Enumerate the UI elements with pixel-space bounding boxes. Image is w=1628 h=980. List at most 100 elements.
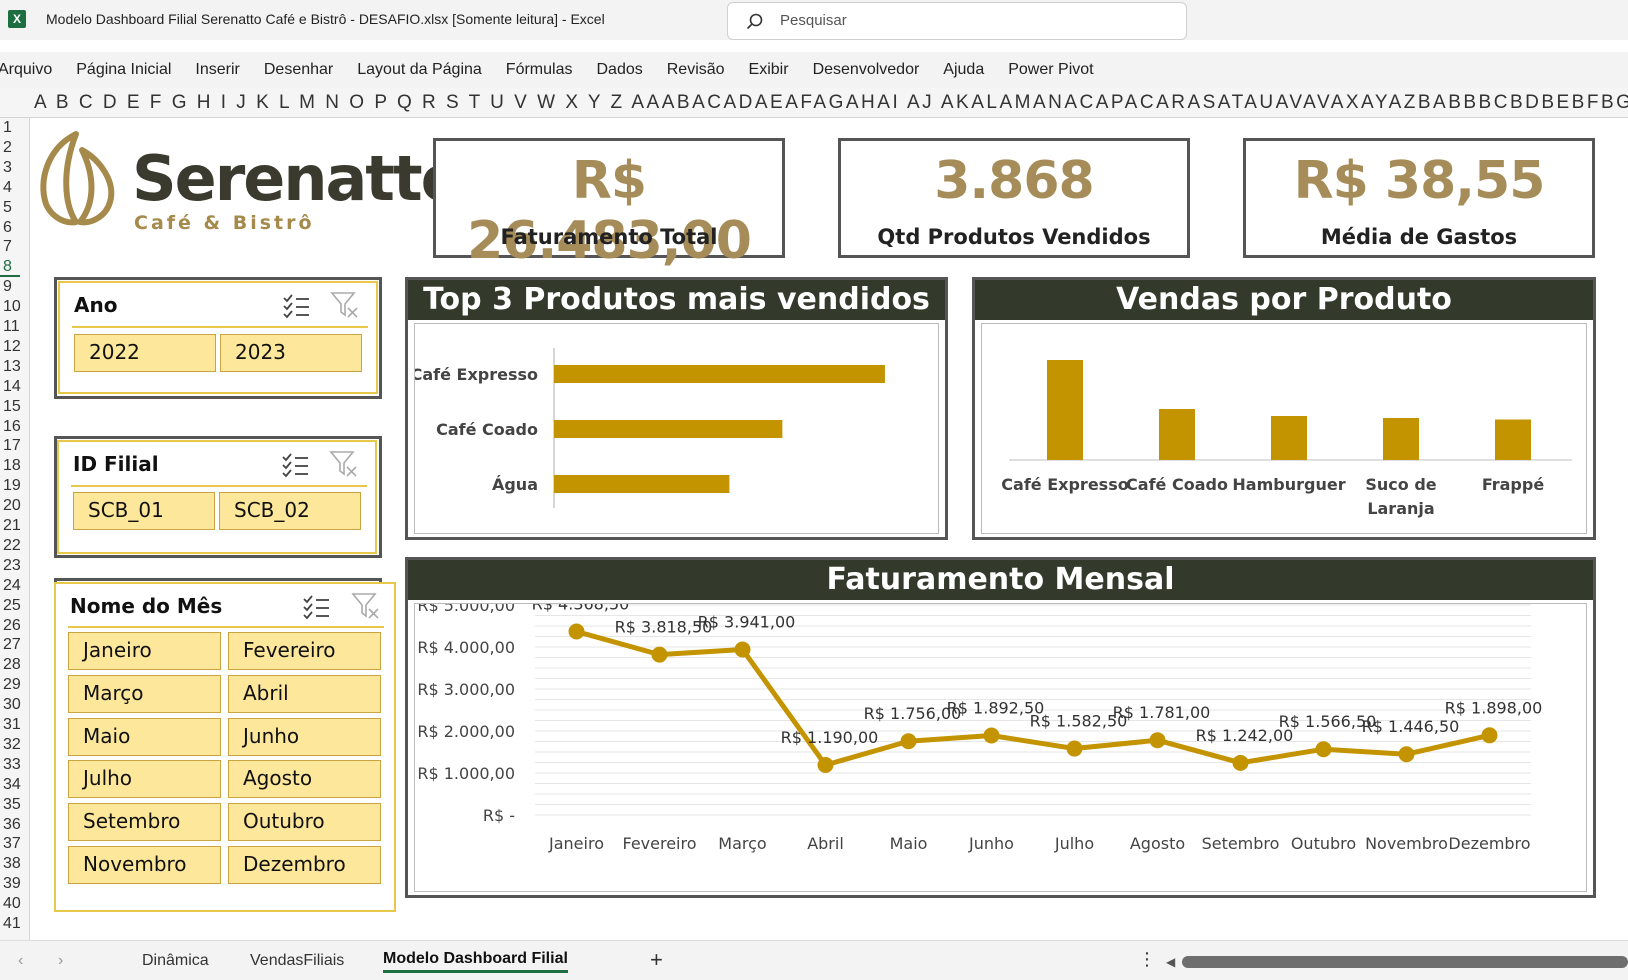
row-number[interactable]: 1 [0, 120, 20, 136]
chart-vendas[interactable]: Café ExpressoCafé Coado Hamburguer Suco de… [982, 324, 1586, 533]
clear-filter-icon[interactable] [351, 592, 381, 620]
row-number[interactable]: 3 [0, 159, 20, 176]
row-number[interactable]: 34 [0, 776, 21, 793]
row-number[interactable]: 36 [0, 816, 21, 833]
slicer-item-novembro[interactable]: Novembro [68, 846, 221, 884]
menu-item-revis-o[interactable]: Revisão [667, 61, 725, 79]
row-number[interactable]: 6 [0, 219, 20, 236]
row-number[interactable]: 10 [0, 299, 21, 315]
x-tick-label: Setembro [1202, 834, 1280, 853]
slicer-item-maio[interactable]: Maio [68, 717, 221, 756]
clear-filter-icon[interactable] [330, 291, 360, 319]
row-number[interactable]: 30 [0, 697, 21, 713]
y-tick-label: R$ 1.000,00 [417, 764, 515, 783]
row-number[interactable]: 26 [0, 617, 21, 634]
more-options-icon[interactable]: ⋮ [1138, 949, 1156, 970]
add-sheet-button[interactable]: + [650, 947, 663, 973]
slicer-item-setembro[interactable]: Setembro [68, 803, 221, 842]
menu-item-inserir[interactable]: Inserir [195, 61, 239, 79]
slicer-item-janeiro[interactable]: Janeiro [68, 632, 221, 670]
tab-vendasfiliais[interactable]: VendasFiliais [250, 952, 344, 970]
row-number[interactable]: 32 [0, 736, 21, 753]
kpi-label: Qtd Produtos Vendidos [877, 225, 1151, 249]
row-number[interactable]: 4 [0, 179, 20, 196]
slicer-item-fevereiro[interactable]: Fevereiro [228, 632, 381, 670]
tab-scroll-right-icon[interactable]: › [58, 952, 63, 970]
row-number[interactable]: 16 [0, 418, 21, 435]
column-letters[interactable]: A B C D E F G H I J K L M N O P Q R S T … [34, 92, 1628, 114]
slicer-item-2023[interactable]: 2023 [220, 334, 362, 372]
scroll-left-arrow-icon[interactable]: ◀ [1166, 955, 1175, 969]
menu-item-p-gina-inicial[interactable]: Página Inicial [76, 61, 171, 79]
chart-vendas-frame: Vendas por Produto Café Expresso Café Coa… [972, 277, 1596, 540]
multi-select-icon[interactable] [282, 293, 310, 319]
row-number[interactable]: 31 [0, 717, 21, 733]
row-number[interactable]: 39 [0, 876, 21, 892]
row-number[interactable]: 12 [0, 338, 21, 355]
slicer-item-agosto[interactable]: Agosto [228, 760, 381, 799]
slicer-item-scb01[interactable]: SCB_01 [73, 492, 215, 530]
row-number[interactable]: 17 [0, 438, 21, 454]
row-number[interactable]: 25 [0, 597, 21, 614]
menu-item-desenhar[interactable]: Desenhar [264, 61, 333, 79]
row-number[interactable]: 11 [0, 319, 20, 335]
menu-item-ajuda[interactable]: Ajuda [943, 61, 984, 79]
row-number[interactable]: 27 [0, 637, 21, 653]
menu-item-f-rmulas[interactable]: Fórmulas [506, 61, 573, 79]
row-number[interactable]: 29 [0, 677, 21, 693]
horizontal-scrollbar[interactable] [1182, 956, 1628, 968]
menu-item-power-pivot[interactable]: Power Pivot [1008, 61, 1093, 79]
row-number[interactable]: 23 [0, 557, 21, 574]
chart-faturamento-frame: Faturamento Mensal R$ - R$ 1.000,00 R$ 2.0… [405, 557, 1596, 898]
row-number[interactable]: 33 [0, 756, 21, 773]
row-number[interactable]: 35 [0, 796, 21, 813]
row-number[interactable]: 2 [0, 139, 20, 156]
logo-name: Serenatto [132, 142, 463, 215]
tab-dinamica[interactable]: Dinâmica [142, 952, 209, 970]
slicer-item-scb02[interactable]: SCB_02 [219, 492, 361, 530]
menu-item-layout-da-p-gina[interactable]: Layout da Página [357, 61, 482, 79]
slicer-mes: Nome do Mês Janeiro Fevereiro Março Abril Ma… [54, 582, 396, 912]
clear-filter-icon[interactable] [329, 450, 359, 478]
multi-select-icon[interactable] [281, 452, 309, 478]
row-number[interactable]: 21 [0, 518, 21, 534]
bar [1159, 409, 1195, 460]
row-number[interactable]: 41 [0, 916, 21, 932]
search-input[interactable]: Pesquisar [727, 2, 1187, 40]
row-number[interactable]: 14 [0, 378, 21, 395]
tab-scroll-left-icon[interactable]: ‹ [18, 952, 23, 970]
slicer-item-outubro[interactable]: Outubro [228, 803, 381, 842]
title-bar: X Modelo Dashboard Filial Serenatto Café… [0, 0, 1628, 40]
slicer-item-junho[interactable]: Junho [228, 717, 381, 756]
tab-modelo-dashboard[interactable]: Modelo Dashboard Filial [383, 950, 568, 973]
menu-item-desenvolvedor[interactable]: Desenvolvedor [813, 61, 920, 79]
row-number[interactable]: 9 [0, 279, 20, 295]
row-number[interactable]: 18 [0, 458, 21, 474]
row-number[interactable]: 7 [0, 239, 20, 255]
slicer-item-2022[interactable]: 2022 [74, 334, 216, 372]
row-number[interactable]: 37 [0, 836, 21, 852]
row-number[interactable]: 20 [0, 498, 21, 514]
row-number[interactable]: 15 [0, 398, 21, 415]
slicer-item-abril[interactable]: Abril [228, 674, 381, 713]
multi-select-icon[interactable] [302, 594, 330, 620]
row-number[interactable]: 5 [0, 199, 20, 216]
row-number[interactable]: 24 [0, 577, 21, 594]
row-number[interactable]: 40 [0, 896, 21, 912]
chart-top3[interactable]: Café Expresso Café Coado Água [411, 324, 938, 533]
menu-item-arquivo[interactable]: Arquivo [0, 61, 52, 79]
data-label: R$ 1.898,00 [1445, 698, 1543, 717]
row-number[interactable]: 28 [0, 657, 21, 673]
slicer-item-marco[interactable]: Março [68, 674, 221, 713]
row-number[interactable]: 19 [0, 478, 21, 494]
row-number[interactable]: 8 [0, 259, 20, 278]
row-number[interactable]: 38 [0, 856, 21, 872]
slicer-item-dezembro[interactable]: Dezembro [228, 846, 381, 884]
menu-item-dados[interactable]: Dados [596, 61, 642, 79]
row-number[interactable]: 13 [0, 358, 21, 375]
chart-faturamento[interactable]: R$ - R$ 1.000,00 R$ 2.000,00 R$ 3.000,00 R$ … [415, 595, 1586, 891]
row-number[interactable]: 22 [0, 537, 21, 554]
slicer-item-julho[interactable]: Julho [68, 760, 221, 799]
menu-item-exibir[interactable]: Exibir [749, 61, 789, 79]
data-point [1398, 746, 1415, 763]
